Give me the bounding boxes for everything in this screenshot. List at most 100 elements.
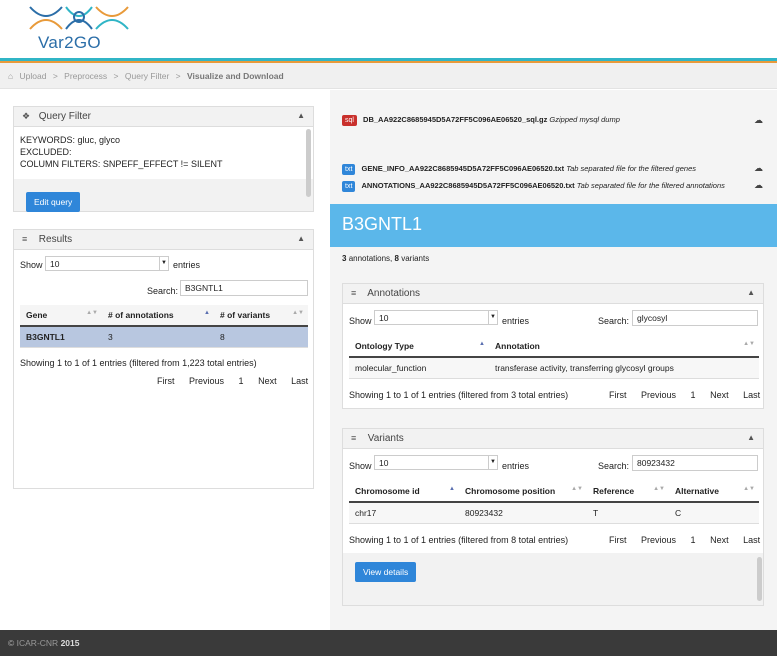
page-footer: © ICAR-CNR 2015 bbox=[0, 630, 777, 656]
chevron-down-icon: ▼ bbox=[159, 257, 168, 270]
pager-page[interactable]: 1 bbox=[239, 376, 244, 386]
app-header: Var2GO bbox=[0, 0, 777, 58]
home-icon[interactable]: ⌂ bbox=[8, 71, 13, 81]
chevron-up-icon[interactable]: ▲ bbox=[297, 111, 305, 120]
pager-next[interactable]: Next bbox=[710, 535, 729, 545]
table-row[interactable]: B3GNTL1 3 8 bbox=[20, 326, 308, 348]
table-header-row: Chromosome id ▲ Chromosome position ▲▼ Ref… bbox=[349, 481, 759, 503]
left-column: ❖ Query Filter ▲ KEYWORDS: gluc, glyco E… bbox=[0, 90, 329, 630]
pager-previous[interactable]: Previous bbox=[189, 376, 224, 386]
annotations-pager: First Previous 1 Next Last bbox=[597, 390, 760, 400]
sort-asc-icon: ▲ bbox=[479, 341, 485, 347]
breadcrumb-upload[interactable]: Upload bbox=[20, 71, 47, 81]
table-row[interactable]: molecular_function transferase activity,… bbox=[349, 357, 759, 379]
pager-first[interactable]: First bbox=[609, 390, 627, 400]
list-icon: ≡ bbox=[351, 433, 357, 443]
edit-query-button[interactable]: Edit query bbox=[26, 192, 81, 212]
file-description: Tab separated file for the filtered anno… bbox=[576, 181, 725, 190]
column-filters-text: COLUMN FILTERS: SNPEFF_EFFECT != SILENT bbox=[20, 159, 223, 169]
download-icon[interactable]: ☁ bbox=[754, 180, 763, 191]
cell-gene: B3GNTL1 bbox=[20, 326, 102, 348]
column-header-reference[interactable]: Reference ▲▼ bbox=[587, 481, 669, 503]
entries-select[interactable]: 10 ▼ bbox=[374, 455, 498, 470]
filter-icon: ❖ bbox=[22, 111, 31, 121]
chevron-up-icon[interactable]: ▲ bbox=[747, 288, 755, 297]
column-header-ontology-type[interactable]: Ontology Type ▲ bbox=[349, 336, 489, 358]
pager-page[interactable]: 1 bbox=[691, 390, 696, 400]
variants-title: Variants bbox=[367, 433, 404, 444]
cell-ontology-type: molecular_function bbox=[349, 357, 489, 379]
results-search-input[interactable]: B3GNTL1 bbox=[180, 280, 308, 296]
pager-previous[interactable]: Previous bbox=[641, 390, 676, 400]
search-label: Search: bbox=[147, 286, 179, 296]
column-header-chromosome-id[interactable]: Chromosome id ▲ bbox=[349, 481, 459, 503]
column-header-chromosome-position[interactable]: Chromosome position ▲▼ bbox=[459, 481, 587, 503]
pager-last[interactable]: Last bbox=[743, 535, 760, 545]
pager-first[interactable]: First bbox=[157, 376, 175, 386]
panel-scrollbar[interactable] bbox=[306, 129, 311, 197]
footer-year: 2015 bbox=[60, 638, 80, 648]
pager-next[interactable]: Next bbox=[258, 376, 277, 386]
query-filter-title: Query Filter bbox=[38, 111, 92, 122]
results-table: Gene ▲▼ # of annotations ▲ # of variants ▲▼… bbox=[20, 305, 308, 348]
results-info: Showing 1 to 1 of 1 entries (filtered fr… bbox=[20, 358, 257, 368]
pager-last[interactable]: Last bbox=[743, 390, 760, 400]
pager-page[interactable]: 1 bbox=[691, 535, 696, 545]
variants-pager: First Previous 1 Next Last bbox=[597, 535, 760, 545]
search-label: Search: bbox=[598, 461, 630, 471]
cell-variants: 8 bbox=[214, 326, 308, 348]
show-label: Show bbox=[349, 316, 372, 326]
table-header-row: Gene ▲▼ # of annotations ▲ # of variants ▲▼ bbox=[20, 305, 308, 327]
file-description: Gzipped mysql dump bbox=[549, 115, 620, 124]
breadcrumb-separator: > bbox=[175, 71, 181, 81]
annotations-title: Annotations bbox=[367, 288, 421, 299]
breadcrumb-query-filter[interactable]: Query Filter bbox=[125, 71, 169, 81]
file-name[interactable]: DB_AA922C8685945D5A72FF5C096AE06520_sql.… bbox=[363, 115, 547, 124]
show-label: Show bbox=[20, 260, 43, 270]
file-row-gene-info[interactable]: txt GENE_INFO_AA922C8685945D5A72FF5C096A… bbox=[342, 163, 696, 175]
entries-value: 10 bbox=[50, 259, 60, 269]
file-name[interactable]: ANNOTATIONS_AA922C8685945D5A72FF5C096AE0… bbox=[361, 181, 574, 190]
column-header-alternative[interactable]: Alternative ▲▼ bbox=[669, 481, 759, 503]
breadcrumb: ⌂ Upload > Preprocess > Query Filter > V… bbox=[0, 63, 777, 89]
results-panel: ≡ Results ▲ Show 10 ▼ entries Search: B3… bbox=[13, 229, 314, 489]
download-icon[interactable]: ☁ bbox=[754, 115, 763, 126]
sort-icon: ▲▼ bbox=[743, 341, 755, 347]
column-header-annotations[interactable]: # of annotations ▲ bbox=[102, 305, 214, 327]
annotations-search-input[interactable]: glycosyl bbox=[632, 310, 758, 326]
file-row-annotations[interactable]: txt ANNOTATIONS_AA922C8685945D5A72FF5C09… bbox=[342, 180, 725, 192]
breadcrumb-preprocess[interactable]: Preprocess bbox=[64, 71, 107, 81]
pager-previous[interactable]: Previous bbox=[641, 535, 676, 545]
cell-chromosome-position: 80923432 bbox=[459, 502, 587, 524]
file-name[interactable]: GENE_INFO_AA922C8685945D5A72FF5C096AE065… bbox=[361, 164, 564, 173]
summary-annotations-count: 3 bbox=[342, 254, 347, 263]
chevron-up-icon[interactable]: ▲ bbox=[747, 433, 755, 442]
chevron-down-icon: ▼ bbox=[488, 311, 497, 324]
copyright-symbol: © bbox=[8, 638, 15, 648]
sort-icon: ▲▼ bbox=[86, 310, 98, 316]
table-row[interactable]: chr17 80923432 T C bbox=[349, 502, 759, 524]
pager-first[interactable]: First bbox=[609, 535, 627, 545]
breadcrumb-current: Visualize and Download bbox=[187, 71, 284, 81]
chevron-up-icon[interactable]: ▲ bbox=[297, 234, 305, 243]
variants-search-input[interactable]: 80923432 bbox=[632, 455, 758, 471]
sort-icon: ▲▼ bbox=[653, 486, 665, 492]
column-header-gene[interactable]: Gene ▲▼ bbox=[20, 305, 102, 327]
download-icon[interactable]: ☁ bbox=[754, 163, 763, 174]
gene-summary: 3 annotations, 8 variants bbox=[342, 254, 429, 263]
cell-annotations: 3 bbox=[102, 326, 214, 348]
view-details-button[interactable]: View details bbox=[355, 562, 417, 582]
variants-panel: ≡ Variants ▲ Show 10 ▼ entries Search: 8… bbox=[342, 428, 764, 606]
cell-chromosome-id: chr17 bbox=[349, 502, 459, 524]
entries-select[interactable]: 10 ▼ bbox=[374, 310, 498, 325]
column-header-annotation[interactable]: Annotation ▲▼ bbox=[489, 336, 759, 358]
entries-select[interactable]: 10 ▼ bbox=[45, 256, 169, 271]
pager-next[interactable]: Next bbox=[710, 390, 729, 400]
file-row-sql[interactable]: sql DB_AA922C8685945D5A72FF5C096AE06520_… bbox=[342, 114, 620, 126]
sort-asc-icon: ▲ bbox=[204, 310, 210, 316]
panel-scrollbar[interactable] bbox=[757, 557, 762, 601]
entries-label: entries bbox=[502, 461, 530, 471]
column-header-variants[interactable]: # of variants ▲▼ bbox=[214, 305, 308, 327]
pager-last[interactable]: Last bbox=[291, 376, 308, 386]
results-header: ≡ Results ▲ bbox=[14, 230, 313, 250]
